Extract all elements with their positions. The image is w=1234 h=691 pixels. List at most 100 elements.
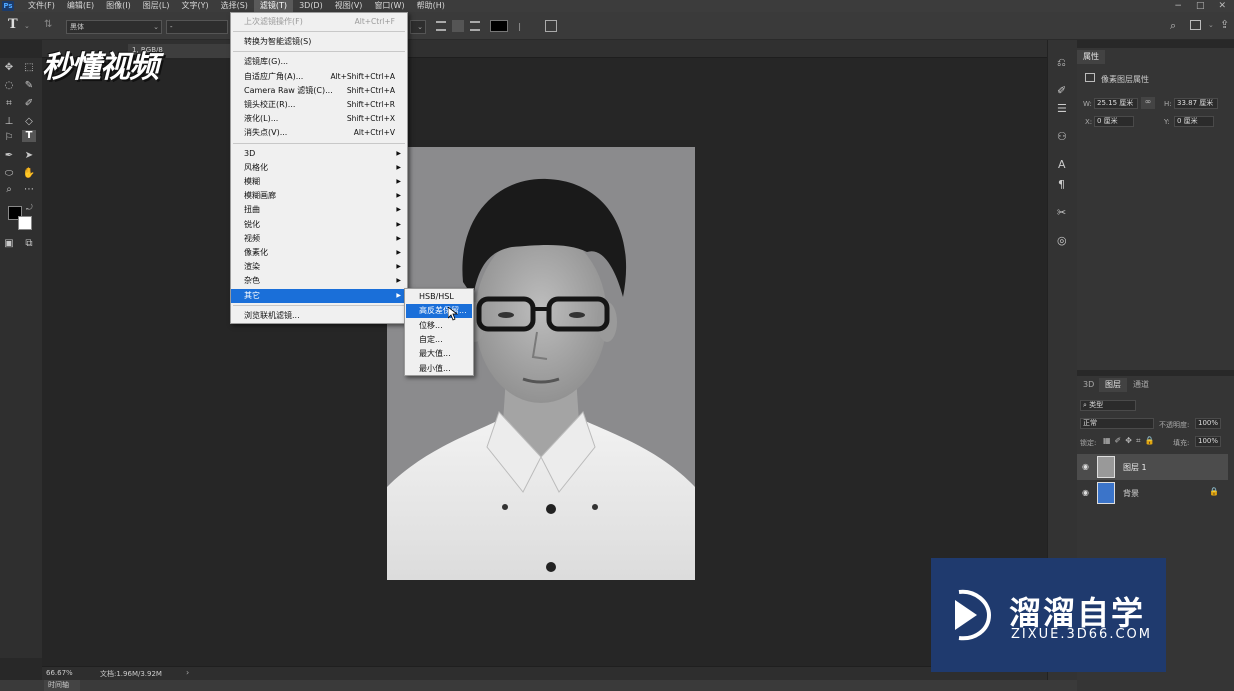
filter-menu-item[interactable]: 其它 ▶ bbox=[231, 288, 407, 303]
filter-menu-item[interactable]: 锐化 ▶ bbox=[231, 218, 407, 232]
filter-menu-item[interactable]: Camera Raw 滤镜(C)... Shift+Ctrl+A bbox=[231, 84, 407, 98]
quick-select-tool-icon[interactable]: ✎ bbox=[22, 80, 36, 92]
search-icon[interactable]: ⌕ bbox=[1170, 19, 1176, 33]
libraries-icon[interactable]: ◎ bbox=[1057, 234, 1067, 247]
filter-menu-item[interactable]: 杂色 ▶ bbox=[231, 274, 407, 288]
pen-tool-icon[interactable]: ✒ bbox=[2, 150, 16, 162]
menu-type[interactable]: 文字(Y) bbox=[175, 0, 214, 12]
other-submenu-item[interactable]: 最小值... bbox=[406, 362, 472, 376]
maximize-button[interactable]: □ bbox=[1196, 1, 1205, 11]
width-field[interactable]: 25.15 厘米 bbox=[1094, 98, 1138, 109]
type-tool-icon[interactable]: T bbox=[22, 130, 36, 142]
link-icon[interactable]: ∞ bbox=[1141, 97, 1155, 109]
path-select-tool-icon[interactable]: ➤ bbox=[22, 150, 36, 162]
filter-menu-item[interactable]: 滤镜库(G)... bbox=[231, 55, 407, 69]
filter-menu-item[interactable]: 镜头校正(R)... Shift+Ctrl+R bbox=[231, 98, 407, 112]
hand-tool-icon[interactable]: ✋ bbox=[22, 168, 36, 180]
minimize-button[interactable]: − bbox=[1174, 1, 1182, 11]
shape-tool-icon[interactable]: ⬭ bbox=[2, 168, 16, 180]
screen-mode-icon[interactable]: ⧉ bbox=[22, 238, 36, 250]
opacity-field[interactable]: 100% bbox=[1195, 418, 1221, 429]
font-style-select[interactable]: - bbox=[166, 20, 228, 34]
align-center-icon[interactable] bbox=[452, 20, 464, 32]
tab-properties[interactable]: 属性 bbox=[1077, 50, 1105, 64]
layer-filter-select[interactable]: ⌕ 类型 bbox=[1080, 400, 1136, 411]
menu-view[interactable]: 视图(V) bbox=[329, 0, 369, 12]
filter-menu-item[interactable]: 3D ▶ bbox=[231, 147, 407, 161]
zoom-level[interactable]: 66.67% bbox=[46, 669, 73, 677]
character-icon[interactable]: A bbox=[1058, 158, 1066, 171]
filter-menu-item[interactable]: 模糊画廊 ▶ bbox=[231, 189, 407, 203]
menu-layer[interactable]: 图层(L) bbox=[137, 0, 176, 12]
menu-edit[interactable]: 编辑(E) bbox=[61, 0, 100, 12]
text-color-swatch[interactable] bbox=[490, 20, 508, 32]
blend-mode-select[interactable]: 正常 bbox=[1080, 418, 1154, 429]
filter-menu-item[interactable]: 渲染 ▶ bbox=[231, 260, 407, 274]
chevron-down-icon[interactable]: ⌄ bbox=[1208, 21, 1214, 29]
paragraph-icon[interactable]: ¶ bbox=[1058, 178, 1065, 191]
orientation-icon[interactable]: ⇅ bbox=[44, 19, 52, 30]
x-field[interactable]: 0 厘米 bbox=[1094, 116, 1134, 127]
aa-select[interactable]: ⌄ bbox=[410, 20, 426, 34]
lasso-tool-icon[interactable]: ◌ bbox=[2, 80, 16, 92]
filter-menu-item[interactable]: 上次滤镜操作(F) Alt+Ctrl+F bbox=[231, 15, 407, 29]
filter-menu-item[interactable]: 模糊 ▶ bbox=[231, 175, 407, 189]
menu-help[interactable]: 帮助(H) bbox=[411, 0, 451, 12]
menu-3d[interactable]: 3D(D) bbox=[293, 0, 329, 12]
other-submenu-item[interactable]: HSB/HSL bbox=[406, 290, 472, 304]
crop-tool-icon[interactable]: ⌗ bbox=[2, 98, 16, 110]
fill-field[interactable]: 100% bbox=[1195, 436, 1221, 447]
marquee-tool-icon[interactable]: ⬚ bbox=[22, 62, 36, 74]
zoom-tool-icon[interactable]: ⌕ bbox=[2, 184, 16, 196]
align-right-icon[interactable] bbox=[470, 21, 480, 31]
filter-menu-item[interactable]: 转换为智能滤镜(S) bbox=[231, 35, 407, 49]
filter-menu-item[interactable]: 视频 ▶ bbox=[231, 232, 407, 246]
filter-menu-item[interactable]: 自适应广角(A)... Alt+Shift+Ctrl+A bbox=[231, 70, 407, 84]
close-button[interactable]: ✕ bbox=[1218, 1, 1226, 11]
other-submenu-item[interactable]: 位移... bbox=[406, 319, 472, 333]
share-icon[interactable]: ⇪ bbox=[1220, 18, 1229, 31]
menu-file[interactable]: 文件(F) bbox=[22, 0, 61, 12]
other-submenu-item[interactable]: 最大值... bbox=[406, 347, 472, 361]
align-left-icon[interactable] bbox=[436, 21, 446, 31]
other-submenu-item[interactable]: 高反差保留... bbox=[406, 304, 472, 319]
tab-3d[interactable]: 3D bbox=[1077, 378, 1100, 392]
menu-filter[interactable]: 滤镜(T) bbox=[253, 0, 294, 12]
swap-colors-icon[interactable]: ⤾ bbox=[26, 203, 33, 213]
layer-row-layer1[interactable]: ◉ 图层 1 bbox=[1077, 454, 1228, 480]
filter-menu-item[interactable]: 像素化 ▶ bbox=[231, 246, 407, 260]
menu-image[interactable]: 图像(I) bbox=[100, 0, 137, 12]
y-field[interactable]: 0 厘米 bbox=[1174, 116, 1214, 127]
background-color-swatch[interactable] bbox=[18, 216, 32, 230]
filter-menu-item[interactable]: 液化(L)... Shift+Ctrl+X bbox=[231, 112, 407, 126]
filter-menu-item[interactable]: 风格化 ▶ bbox=[231, 161, 407, 175]
brush-tool-icon[interactable]: ✐ bbox=[22, 98, 36, 110]
tools-icon[interactable]: ✂ bbox=[1057, 206, 1066, 219]
eye-icon[interactable]: ◉ bbox=[1082, 462, 1089, 471]
more-tools-icon[interactable]: ⋯ bbox=[22, 184, 36, 196]
chevron-right-icon[interactable]: › bbox=[186, 668, 189, 677]
font-family-select[interactable]: 黑体 ⌄ bbox=[66, 20, 162, 34]
adjustments-icon[interactable]: ☰ bbox=[1057, 102, 1067, 115]
people-icon[interactable]: ⚇ bbox=[1057, 130, 1067, 143]
layer-row-background[interactable]: ◉ 背景 🔒 bbox=[1077, 480, 1228, 506]
tab-timeline[interactable]: 时间轴 bbox=[44, 680, 80, 691]
eye-icon[interactable]: ◉ bbox=[1082, 488, 1089, 497]
workspace-icon[interactable] bbox=[1190, 20, 1201, 30]
menu-select[interactable]: 选择(S) bbox=[215, 0, 254, 12]
tab-layers[interactable]: 图层 bbox=[1099, 378, 1127, 392]
stamp-tool-icon[interactable]: ⊥ bbox=[2, 116, 16, 128]
lock-options-icon[interactable]: ▦✐✥⌗🔒 bbox=[1103, 436, 1158, 446]
filter-menu-item[interactable]: 消失点(V)... Alt+Ctrl+V bbox=[231, 126, 407, 140]
height-field[interactable]: 33.87 厘米 bbox=[1174, 98, 1218, 109]
filter-menu-item[interactable]: 浏览联机滤镜... bbox=[231, 309, 407, 323]
quick-mask-icon[interactable]: ▣ bbox=[2, 238, 16, 250]
move-tool-icon[interactable]: ✥ bbox=[2, 62, 16, 74]
character-panel-icon[interactable] bbox=[545, 20, 557, 32]
tab-channels[interactable]: 通道 bbox=[1127, 378, 1155, 392]
other-submenu-item[interactable]: 自定... bbox=[406, 333, 472, 347]
filter-menu-item[interactable]: 扭曲 ▶ bbox=[231, 203, 407, 217]
gradient-tool-icon[interactable]: ⚐ bbox=[2, 132, 16, 144]
chevron-down-icon[interactable]: ⌄ bbox=[24, 22, 30, 30]
type-tool-icon[interactable]: T bbox=[8, 17, 18, 32]
